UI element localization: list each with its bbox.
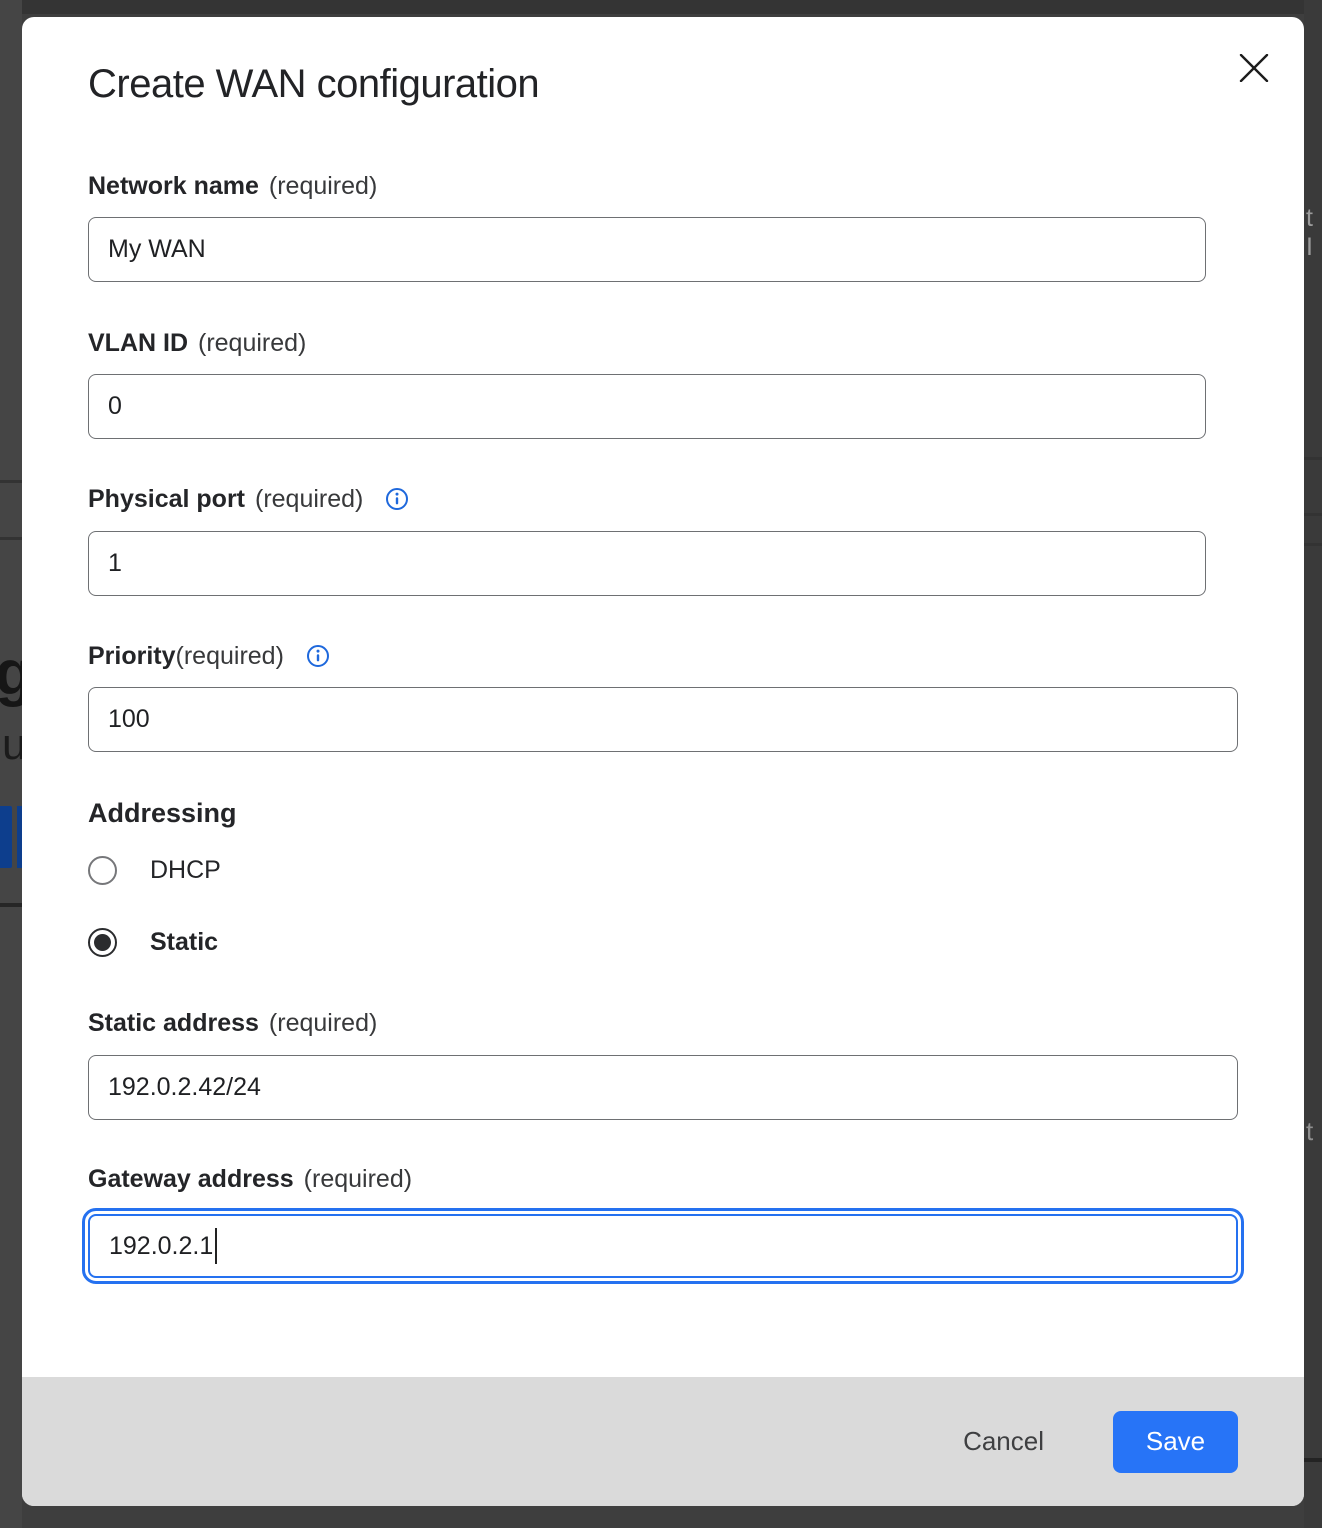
network-name-label: Network name (required) — [88, 171, 1260, 201]
physical-port-label-text: Physical port — [88, 484, 245, 514]
physical-port-info-icon[interactable] — [385, 487, 409, 511]
dimmed-page-right-edge: t I t — [1304, 0, 1322, 1528]
required-hint: (required) — [269, 171, 377, 201]
cancel-button[interactable]: Cancel — [947, 1416, 1060, 1467]
static-address-label: Static address (required) — [88, 1008, 1260, 1038]
priority-label: Priority (required) — [88, 641, 1260, 671]
background-table-line — [1304, 543, 1322, 546]
required-hint: (required) — [269, 1008, 377, 1038]
vlan-id-label-text: VLAN ID — [88, 328, 188, 358]
required-hint: (required) — [304, 1164, 412, 1194]
gateway-address-input[interactable]: 192.0.2.1 — [88, 1214, 1238, 1278]
addressing-heading: Addressing — [88, 797, 1260, 829]
dhcp-radio-button[interactable] — [88, 856, 117, 885]
gateway-address-label: Gateway address (required) — [88, 1164, 1260, 1194]
required-hint: (required) — [255, 484, 363, 514]
static-radio-button[interactable] — [88, 928, 117, 957]
priority-input[interactable] — [88, 687, 1238, 752]
background-table-line — [0, 537, 22, 540]
physical-port-label: Physical port (required) — [88, 484, 1260, 514]
physical-port-input[interactable] — [88, 531, 1206, 596]
create-wan-configuration-modal: Create WAN configuration Network name (r… — [22, 17, 1304, 1506]
background-text-fragment: t I — [1306, 204, 1322, 262]
dimmed-overlay-top — [0, 0, 1322, 14]
text-cursor — [215, 1228, 217, 1264]
addressing-option-static[interactable]: Static — [88, 928, 1260, 957]
gateway-address-label-text: Gateway address — [88, 1164, 294, 1194]
background-text-fragment: t — [1306, 1116, 1313, 1147]
background-table-line — [1304, 1458, 1322, 1462]
modal-title: Create WAN configuration — [88, 60, 1260, 108]
background-table-line — [1304, 513, 1322, 516]
gateway-address-value: 192.0.2.1 — [109, 1232, 213, 1261]
dhcp-radio-label: DHCP — [150, 856, 221, 885]
background-text-fragment: g — [0, 638, 22, 709]
background-blue-button-fragment — [0, 806, 12, 868]
static-address-input[interactable] — [88, 1055, 1238, 1120]
addressing-option-dhcp[interactable]: DHCP — [88, 856, 1260, 885]
background-text-fragment: u — [2, 720, 22, 770]
background-table-line — [0, 903, 22, 907]
required-hint: (required) — [198, 328, 306, 358]
required-hint: (required) — [176, 641, 284, 671]
background-table-line — [1304, 457, 1322, 460]
save-button[interactable]: Save — [1113, 1411, 1238, 1473]
modal-footer: Cancel Save — [22, 1377, 1304, 1506]
priority-info-icon[interactable] — [306, 644, 330, 668]
background-table-line — [0, 480, 22, 483]
vlan-id-input[interactable] — [88, 374, 1206, 439]
network-name-label-text: Network name — [88, 171, 259, 201]
priority-label-text: Priority — [88, 641, 176, 671]
static-address-label-text: Static address — [88, 1008, 259, 1038]
dimmed-page-left-edge: g u — [0, 0, 22, 1528]
static-radio-label: Static — [150, 928, 218, 957]
vlan-id-label: VLAN ID (required) — [88, 328, 1260, 358]
network-name-input[interactable] — [88, 217, 1206, 282]
